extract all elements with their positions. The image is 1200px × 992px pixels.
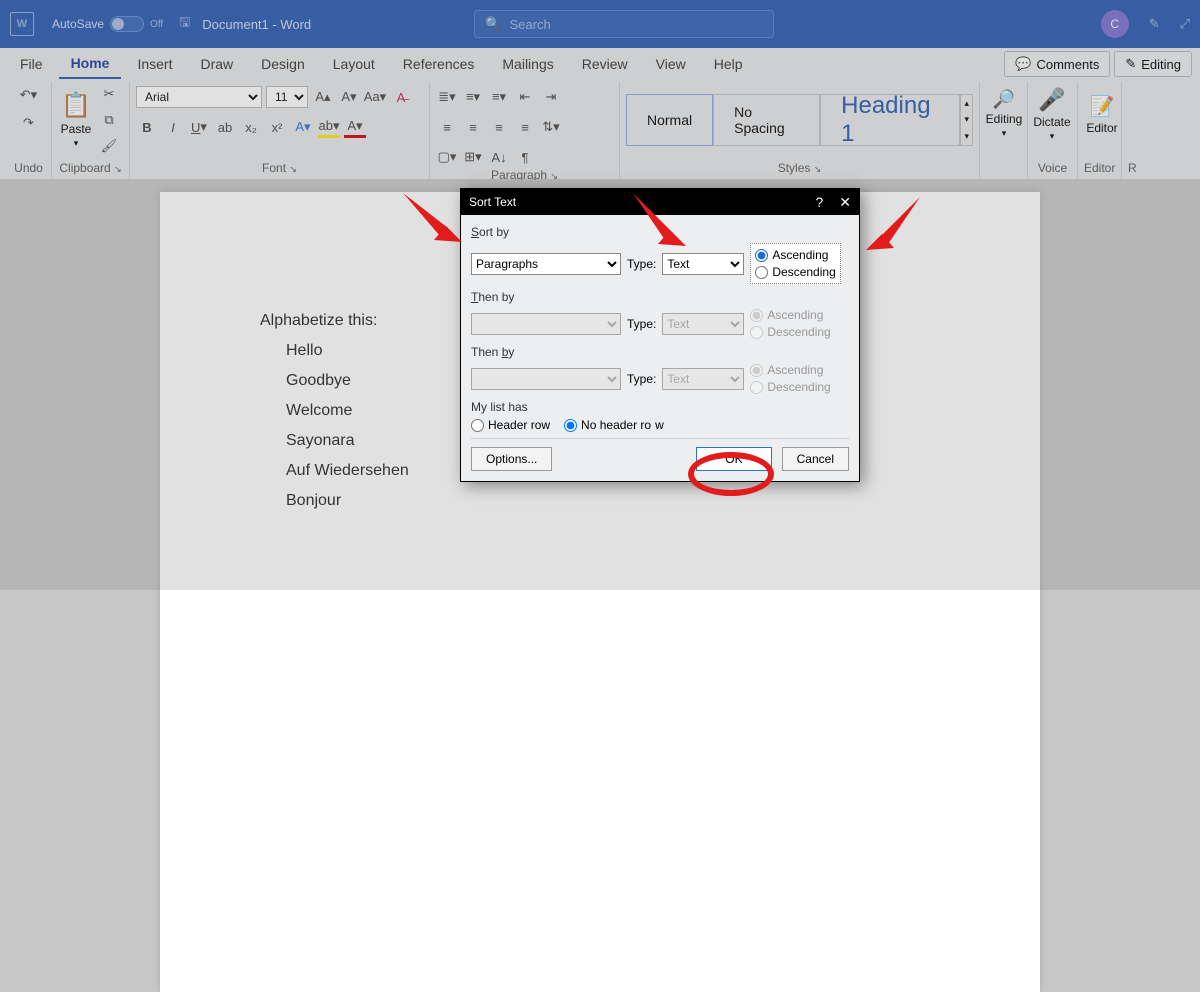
cancel-button[interactable]: Cancel [782, 447, 849, 471]
descending-radio-1[interactable]: Descending [755, 265, 835, 279]
descending-radio-3: Descending [750, 380, 830, 394]
dialog-title: Sort Text [469, 195, 516, 209]
then-by-field-select-2[interactable] [471, 368, 621, 390]
ascending-radio-2: Ascending [750, 308, 830, 322]
options-button[interactable]: Options... [471, 447, 552, 471]
then-by-label-2: Then by [471, 345, 849, 359]
ok-button[interactable]: OK [696, 447, 771, 471]
dialog-titlebar[interactable]: Sort Text ? ✕ [461, 189, 859, 215]
sort-text-dialog: Sort Text ? ✕ Sort by Paragraphs Type: T… [460, 188, 860, 482]
then-by-field-select-1[interactable] [471, 313, 621, 335]
ascending-radio-1[interactable]: Ascending [755, 248, 835, 262]
type-label-1: Type: [627, 257, 656, 271]
no-header-row-radio[interactable]: No header row [564, 418, 664, 432]
header-row-radio[interactable]: Header row [471, 418, 550, 432]
descending-radio-2: Descending [750, 325, 830, 339]
my-list-has-label: My list has [471, 400, 849, 414]
type-label-3: Type: [627, 372, 656, 386]
sort-by-label: Sort by [471, 225, 849, 239]
sort-by-type-select[interactable]: Text [662, 253, 744, 275]
then-by-type-select-1[interactable]: Text [662, 313, 744, 335]
type-label-2: Type: [627, 317, 656, 331]
help-icon[interactable]: ? [815, 194, 823, 211]
then-by-label-1: Then by [471, 290, 849, 304]
close-icon[interactable]: ✕ [839, 194, 851, 211]
ascending-radio-3: Ascending [750, 363, 830, 377]
sort-by-field-select[interactable]: Paragraphs [471, 253, 621, 275]
then-by-type-select-2[interactable]: Text [662, 368, 744, 390]
